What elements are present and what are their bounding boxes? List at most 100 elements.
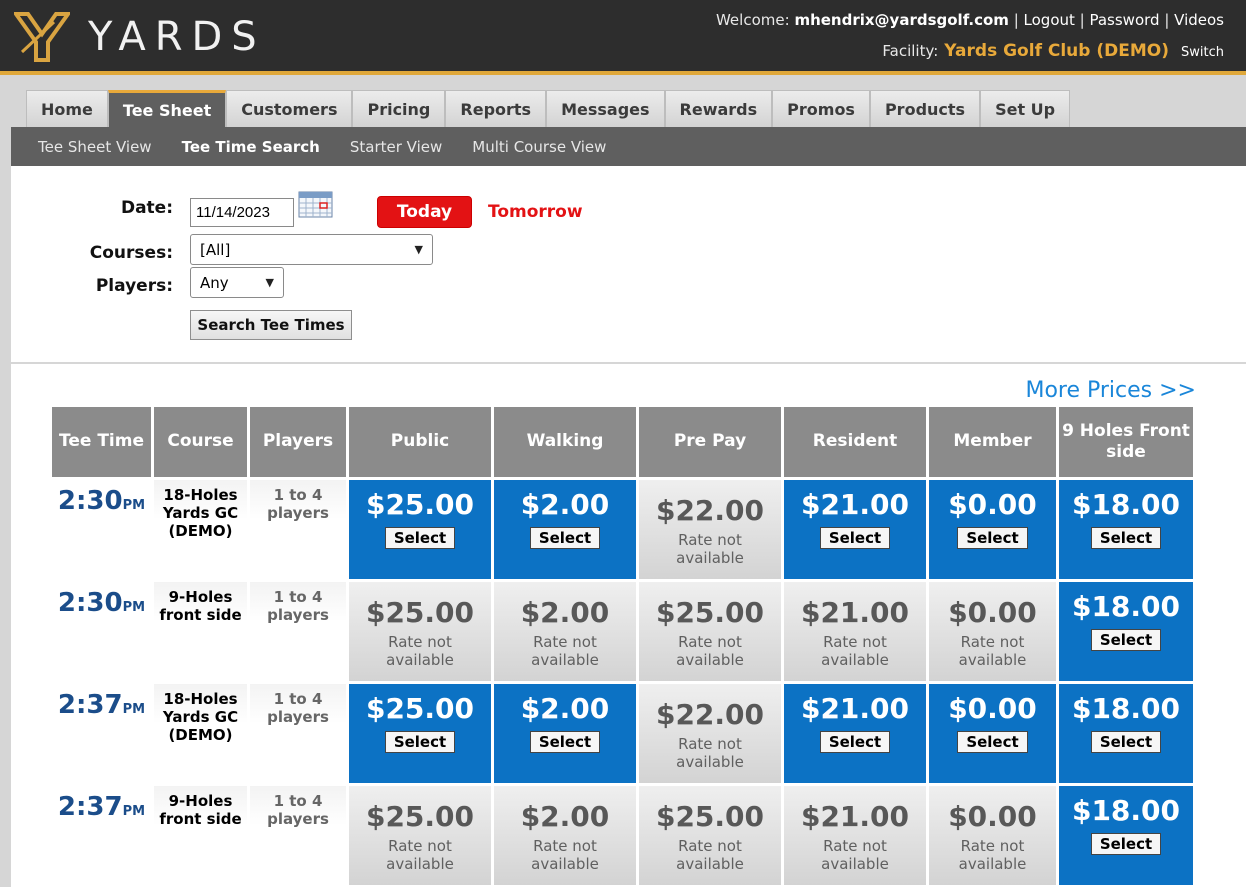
- select-rate-button[interactable]: Select: [957, 731, 1028, 753]
- tab-rewards[interactable]: Rewards: [664, 90, 773, 127]
- subnav-multi-course-view[interactable]: Multi Course View: [472, 138, 606, 156]
- rate-price: $0.00: [948, 692, 1037, 725]
- logout-link[interactable]: Logout: [1024, 11, 1075, 29]
- chevron-down-icon: ▼: [265, 276, 274, 289]
- rate-cell-available: $18.00 Select: [1059, 480, 1193, 579]
- date-input[interactable]: [190, 198, 294, 227]
- rate-cell-available: $21.00 Select: [784, 480, 926, 579]
- videos-link[interactable]: Videos: [1174, 11, 1224, 29]
- rate-price: $2.00: [520, 692, 610, 725]
- rate-cell-unavailable: $0.00 Rate not available: [929, 786, 1056, 885]
- rate-unavailable-text: Rate not available: [784, 633, 926, 669]
- tab-products[interactable]: Products: [869, 90, 981, 127]
- course-cell: 18-Holes Yards GC (DEMO): [154, 684, 247, 783]
- players-label: Players:: [95, 276, 173, 296]
- rate-price: $25.00: [365, 692, 475, 725]
- course-cell: 9-Holes front side: [154, 786, 247, 885]
- tab-tee-sheet[interactable]: Tee Sheet: [107, 90, 227, 127]
- rate-price: $25.00: [655, 596, 765, 629]
- tab-set-up[interactable]: Set Up: [980, 90, 1071, 127]
- rate-price: $25.00: [655, 800, 765, 833]
- rate-price: $22.00: [655, 494, 765, 527]
- column-header: Players: [250, 407, 346, 477]
- select-rate-button[interactable]: Select: [384, 731, 456, 753]
- select-rate-button[interactable]: Select: [957, 527, 1028, 549]
- rate-cell-available: $25.00 Select: [349, 684, 491, 783]
- rate-price: $21.00: [800, 488, 910, 521]
- select-rate-button[interactable]: Select: [529, 731, 601, 753]
- brand-name: YARDS: [88, 14, 266, 60]
- tee-time-cell: 2:37PM: [52, 684, 151, 783]
- tab-customers[interactable]: Customers: [226, 90, 353, 127]
- column-header: Pre Pay: [639, 407, 781, 477]
- rate-price: $25.00: [365, 596, 475, 629]
- courses-select[interactable]: [All] ▼: [190, 234, 433, 265]
- tab-reports[interactable]: Reports: [445, 90, 547, 127]
- tab-pricing[interactable]: Pricing: [352, 90, 446, 127]
- course-name-line: 18-Holes: [163, 486, 238, 504]
- rate-unavailable-text: Rate not available: [929, 633, 1056, 669]
- yards-logo[interactable]: YARDS: [14, 10, 294, 64]
- yards-logo-icon: [14, 12, 70, 62]
- calendar-icon[interactable]: [298, 189, 334, 219]
- select-rate-button[interactable]: Select: [819, 527, 891, 549]
- today-button[interactable]: Today: [377, 196, 472, 228]
- rate-cell-unavailable: $25.00 Rate not available: [349, 786, 491, 885]
- column-header: 9 Holes Front side: [1059, 407, 1193, 477]
- players-select[interactable]: Any ▼: [190, 267, 284, 298]
- search-tee-times-button[interactable]: Search Tee Times: [190, 310, 352, 340]
- course-name-line: Yards GC: [162, 504, 239, 522]
- rate-cell-available: $0.00 Select: [929, 684, 1056, 783]
- tee-times-table: Tee Time Course Players Public Walking Pre Pa…: [49, 404, 1196, 887]
- column-header: Resident: [784, 407, 926, 477]
- tomorrow-link[interactable]: Tomorrow: [488, 202, 583, 222]
- main-nav-bar: Home Tee Sheet Customers Pricing Reports Mess…: [0, 79, 1246, 127]
- more-prices-link[interactable]: More Prices >>: [1025, 378, 1196, 403]
- players-line: players: [267, 504, 329, 522]
- select-rate-button[interactable]: Select: [1090, 731, 1162, 753]
- subnav-tee-time-search[interactable]: Tee Time Search: [182, 138, 320, 156]
- rate-cell-available: $2.00 Select: [494, 684, 636, 783]
- rate-cell-unavailable: $25.00 Rate not available: [349, 582, 491, 681]
- rate-price: $0.00: [948, 488, 1037, 521]
- tee-time: 2:37: [57, 690, 123, 720]
- rate-unavailable-line: available: [958, 651, 1027, 669]
- course-cell: 9-Holes front side: [154, 582, 247, 681]
- rate-unavailable-text: Rate not available: [784, 837, 926, 873]
- main-tabs: Home Tee Sheet Customers Pricing Reports Mess…: [26, 90, 1071, 127]
- tee-time-ampm: PM: [122, 498, 146, 513]
- tab-home[interactable]: Home: [26, 90, 108, 127]
- table-row: 2:30PM 9-Holes front side 1 to 4 players $25.…: [52, 582, 1193, 681]
- select-rate-button[interactable]: Select: [529, 527, 601, 549]
- subnav-tee-sheet-view[interactable]: Tee Sheet View: [38, 138, 152, 156]
- players-value: Any: [200, 273, 229, 292]
- rate-cell-available: $21.00 Select: [784, 684, 926, 783]
- tee-time-cell: 2:30PM: [52, 582, 151, 681]
- rate-price: $21.00: [800, 800, 910, 833]
- welcome-label: Welcome:: [715, 11, 790, 29]
- results-area: More Prices >> Tee Time Course Players Publ…: [11, 364, 1246, 887]
- column-header: Tee Time: [52, 407, 151, 477]
- select-rate-button[interactable]: Select: [1090, 833, 1162, 855]
- tab-messages[interactable]: Messages: [546, 90, 665, 127]
- rate-unavailable-line: available: [386, 651, 454, 669]
- subnav-starter-view[interactable]: Starter View: [350, 138, 442, 156]
- select-rate-button[interactable]: Select: [819, 731, 891, 753]
- tee-time-cell: 2:37PM: [52, 786, 151, 885]
- rate-unavailable-line: available: [386, 855, 454, 873]
- rate-unavailable-text: Rate not available: [349, 633, 491, 669]
- players-cell: 1 to 4 players: [250, 684, 346, 783]
- rate-unavailable-line: Rate not: [678, 633, 742, 651]
- players-line: players: [267, 606, 329, 624]
- select-rate-button[interactable]: Select: [1090, 527, 1162, 549]
- tab-promos[interactable]: Promos: [772, 90, 870, 127]
- app-header: YARDS Welcome: mhendrix@yardsgolf.com | …: [0, 0, 1246, 75]
- password-link[interactable]: Password: [1089, 11, 1159, 29]
- rate-unavailable-line: available: [531, 855, 599, 873]
- course-name-line: front side: [159, 606, 242, 624]
- select-rate-button[interactable]: Select: [1090, 629, 1162, 651]
- rate-cell-unavailable: $2.00 Rate not available: [494, 582, 636, 681]
- switch-facility-link[interactable]: Switch: [1181, 45, 1224, 60]
- rate-price: $25.00: [365, 488, 475, 521]
- select-rate-button[interactable]: Select: [384, 527, 456, 549]
